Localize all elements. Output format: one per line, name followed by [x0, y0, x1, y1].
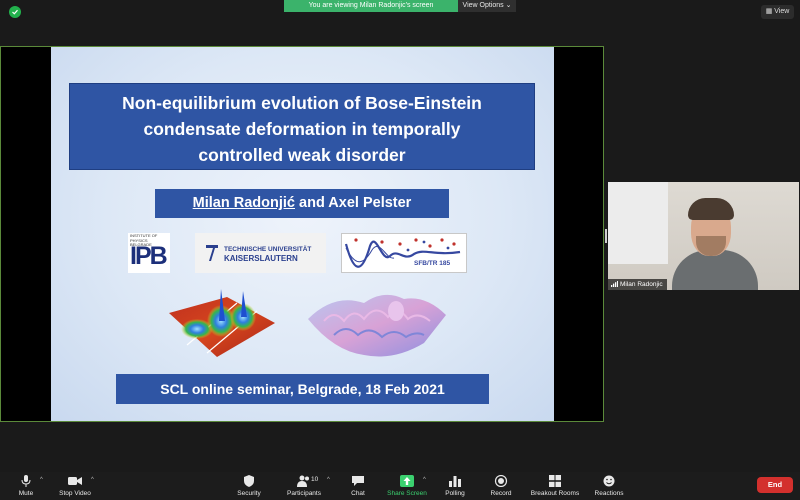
video-options-caret-icon[interactable]: ^ — [91, 477, 94, 483]
bec-density-plot-image — [169, 289, 275, 357]
record-icon — [494, 475, 508, 487]
tu-logo-line2: KAISERSLAUTERN — [224, 254, 298, 263]
shared-screen-area: Non-equilibrium evolution of Bose-Einste… — [0, 46, 604, 422]
view-grid-icon: ▦ — [765, 8, 773, 15]
breakout-rooms-button[interactable]: Breakout Rooms — [528, 472, 582, 500]
reactions-button[interactable]: Reactions — [591, 472, 627, 500]
author-primary: Milan Radonjić — [192, 195, 295, 211]
slide-authors: Milan Radonjić and Axel Pelster — [155, 189, 449, 218]
slide-title-line: controlled weak disorder — [198, 145, 406, 165]
share-screen-label: Share Screen — [387, 490, 427, 497]
participant-name-label: Milan Radonjic — [608, 279, 667, 290]
ipb-logo: INSTITUTE OF PHYSICS BELGRADE IPB — [128, 233, 170, 273]
chat-button[interactable]: Chat — [344, 472, 372, 500]
encryption-shield-icon[interactable] — [9, 6, 21, 18]
viewing-screen-banner: You are viewing Milan Radonjic's screen — [284, 0, 458, 12]
participants-icon — [297, 475, 309, 487]
breakout-rooms-icon — [549, 475, 561, 487]
record-button[interactable]: Record — [485, 472, 517, 500]
view-button-label: View — [774, 8, 790, 15]
security-label: Security — [237, 490, 261, 497]
meeting-toolbar: Mute ^ Stop Video ^ Security 10 Particip… — [0, 472, 800, 500]
sfb-tr185-logo: SFB/TR 185 — [341, 233, 467, 273]
participants-caret-icon[interactable]: ^ — [327, 477, 330, 483]
view-options-button[interactable]: View Options ⌄ — [458, 0, 516, 12]
participant-video-tile[interactable] — [608, 182, 799, 290]
panel-resize-handle[interactable] — [605, 229, 607, 243]
ipb-logo-mark: IPB — [130, 242, 168, 270]
slide-title-line: condensate deformation in temporally — [143, 119, 461, 139]
security-button[interactable]: Security — [232, 472, 266, 500]
participants-label: Participants — [287, 490, 321, 497]
presentation-slide: Non-equilibrium evolution of Bose-Einste… — [51, 47, 554, 421]
record-label: Record — [490, 490, 512, 497]
participants-count: 10 — [311, 476, 319, 483]
mute-label: Mute — [18, 490, 34, 497]
chat-bubble-icon — [352, 476, 364, 486]
slide-title-line: Non-equilibrium evolution of Bose-Einste… — [122, 93, 482, 113]
microphone-icon — [21, 475, 31, 487]
sfb-logo-text: SFB/TR 185 — [414, 260, 451, 267]
slide-seminar-info: SCL online seminar, Belgrade, 18 Feb 202… — [116, 374, 489, 404]
video-whiteboard — [608, 182, 668, 264]
share-screen-icon — [400, 475, 414, 487]
chat-label: Chat — [351, 490, 365, 497]
reactions-smiley-icon — [603, 475, 615, 487]
stop-video-label: Stop Video — [59, 490, 91, 497]
signal-bars-icon — [611, 281, 618, 287]
participants-button[interactable]: 10 Participants — [282, 472, 326, 500]
breakout-rooms-label: Breakout Rooms — [530, 490, 580, 497]
view-button[interactable]: ▦ View — [761, 5, 794, 19]
author-rest: and Axel Pelster — [295, 195, 412, 211]
polling-button[interactable]: Polling — [440, 472, 470, 500]
security-shield-icon — [244, 475, 254, 487]
polling-label: Polling — [445, 490, 465, 497]
reactions-label: Reactions — [594, 490, 624, 497]
tu-logo-line1: TECHNISCHE UNIVERSITÄT — [224, 246, 312, 253]
participant-name: Milan Radonjic — [620, 281, 663, 288]
participant-hair — [688, 198, 734, 220]
video-camera-icon — [68, 477, 82, 485]
share-options-caret-icon[interactable]: ^ — [423, 477, 426, 483]
zoom-meeting-window: You are viewing Milan Radonjic's screen … — [0, 0, 800, 500]
audio-options-caret-icon[interactable]: ^ — [40, 477, 43, 483]
tu-kaiserslautern-logo: TECHNISCHE UNIVERSITÄT KAISERSLAUTERN — [195, 233, 326, 273]
stop-video-button[interactable]: Stop Video — [55, 472, 95, 500]
tu-mark-icon — [206, 245, 218, 261]
polling-chart-icon — [449, 476, 461, 487]
end-meeting-button[interactable]: End — [757, 477, 793, 493]
slide-title: Non-equilibrium evolution of Bose-Einste… — [69, 83, 535, 170]
disorder-potential-plot-image — [308, 294, 446, 357]
